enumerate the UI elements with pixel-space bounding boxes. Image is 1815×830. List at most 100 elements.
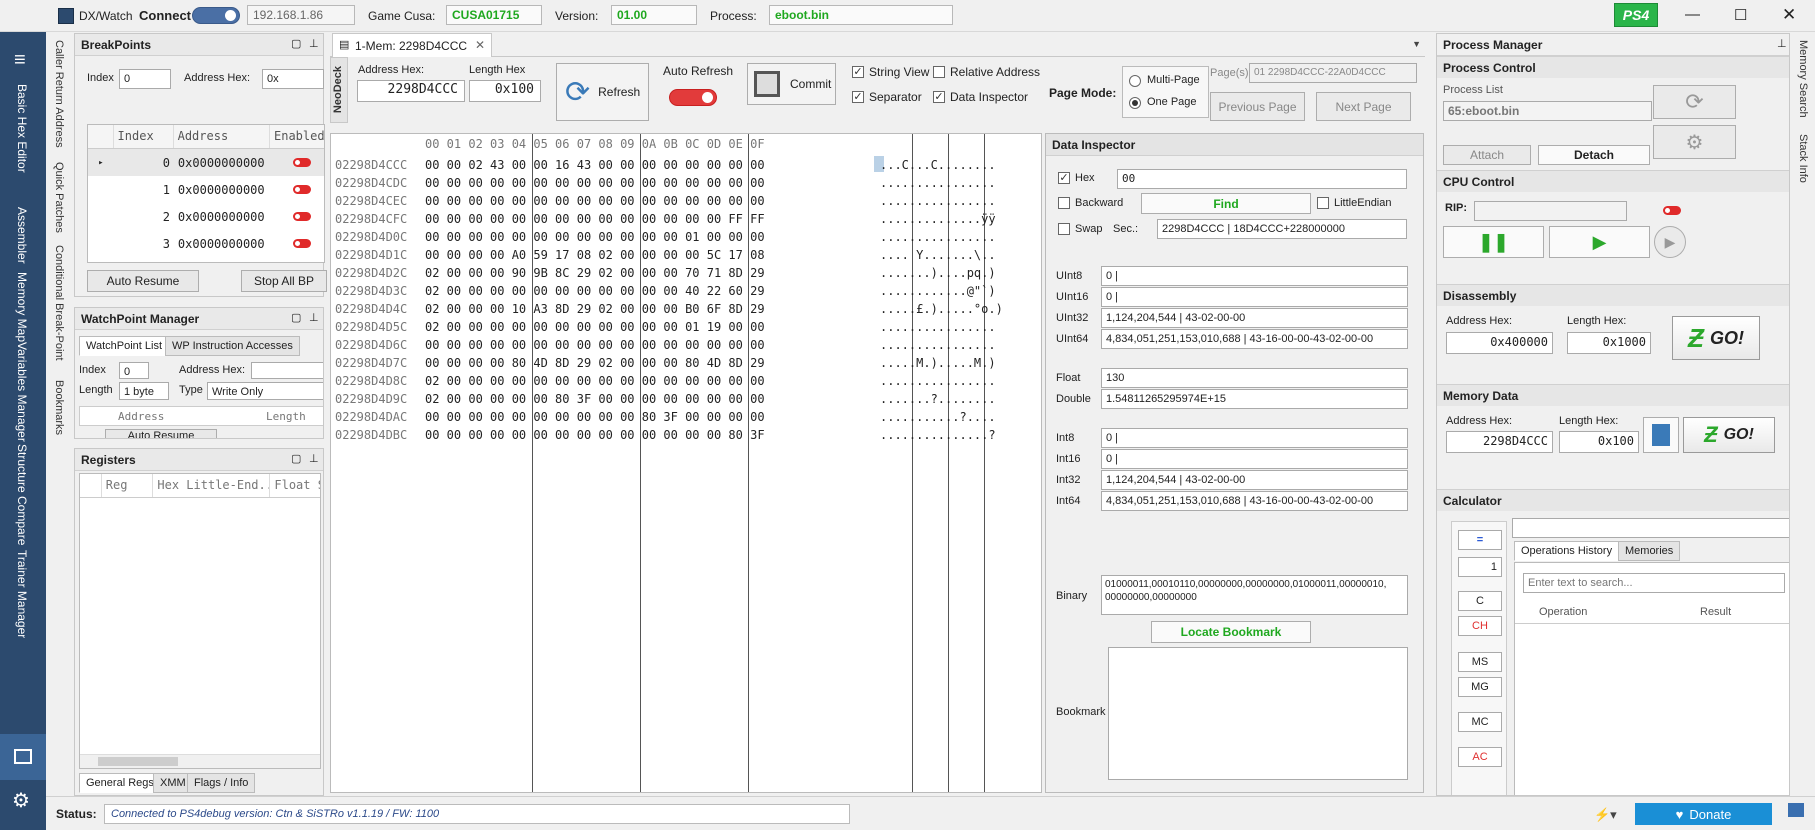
calc-search-input[interactable]: Enter text to search... <box>1523 573 1785 593</box>
calc-clear-history-button[interactable]: CH <box>1458 616 1502 636</box>
step-button[interactable]: ▶ <box>1654 226 1686 258</box>
inspector-field-value[interactable]: 4,834,051,251,153,010,688 | 43-16-00-00-… <box>1101 329 1408 349</box>
detach-button[interactable]: Detach <box>1538 145 1650 165</box>
close-icon[interactable]: ✕ <box>1782 5 1796 25</box>
connection-icon[interactable]: ⚡▾ <box>1594 807 1617 823</box>
string-view-checkbox[interactable]: String View <box>852 65 929 79</box>
process-list-select[interactable]: 65:eboot.bin <box>1443 101 1652 121</box>
hex-row-bytes[interactable]: 00 00 00 00 00 00 00 00 00 00 00 00 01 0… <box>425 228 880 246</box>
hex-row[interactable]: 02298D4CCC 00 00 02 43 00 00 16 43 00 00 … <box>335 156 1003 174</box>
hex-row-bytes[interactable]: 02 00 00 00 10 A3 8D 29 02 00 00 00 B0 6… <box>425 300 880 318</box>
nav-structure-compare[interactable]: Structure Compare <box>15 444 29 545</box>
tab-dropdown-icon[interactable]: ▼ <box>1412 39 1421 49</box>
hex-row-ascii[interactable]: ................ <box>880 336 996 354</box>
hex-checkbox[interactable]: Hex <box>1058 172 1095 184</box>
pin-icon[interactable]: ⊥ <box>309 452 319 465</box>
rip-field[interactable] <box>1474 201 1627 221</box>
hex-row[interactable]: 02298D4D8C 02 00 00 00 00 00 00 00 00 00 … <box>335 372 1003 390</box>
hex-row-ascii[interactable]: .......?........ <box>880 390 996 408</box>
hex-view[interactable]: 00 01 02 03 04 05 06 07 08 09 0A 0B 0C 0… <box>330 133 1042 793</box>
data-inspector-checkbox[interactable]: Data Inspector <box>933 90 1028 104</box>
hex-row-ascii[interactable]: ...........?.... <box>880 408 996 426</box>
tab-stack-info[interactable]: Stack Info <box>1797 134 1809 183</box>
tab-mem-document[interactable]: ▤ 1-Mem: 2298D4CCC ✕ <box>332 33 492 57</box>
ip-field[interactable]: 192.168.1.86 <box>247 5 355 25</box>
table-row[interactable]: 2 0x0000000000 <box>88 203 324 230</box>
sec-field[interactable]: 2298D4CCC | 18D4CCC+228000000 <box>1157 219 1407 239</box>
binary-field[interactable]: 01000011,00010110,00000000,00000000,0100… <box>1101 575 1408 615</box>
hex-row[interactable]: 02298D4D3C 02 00 00 00 00 00 00 00 00 00 … <box>335 282 1003 300</box>
hex-row-bytes[interactable]: 00 00 02 43 00 00 16 43 00 00 00 00 00 0… <box>425 156 880 174</box>
memdata-view-button[interactable] <box>1643 417 1679 453</box>
tab-general-regs[interactable]: General Regs <box>79 773 161 793</box>
relative-address-checkbox[interactable]: Relative Address <box>933 65 1040 79</box>
bp-enabled-toggle[interactable] <box>292 157 311 167</box>
disasm-address-input[interactable]: 0x400000 <box>1446 332 1553 354</box>
tab-operations-history[interactable]: Operations History <box>1514 541 1620 561</box>
nav-variables-manager[interactable]: Variables Manager <box>15 342 29 442</box>
tab-watchpoint-list[interactable]: WatchPoint List <box>79 336 170 356</box>
connect-toggle[interactable] <box>192 7 240 24</box>
one-page-radio[interactable] <box>1129 97 1141 109</box>
hex-row-bytes[interactable]: 02 00 00 00 00 00 00 00 00 00 00 00 00 0… <box>425 372 880 390</box>
pin-icon[interactable]: ⊥ <box>309 37 319 50</box>
hex-row-ascii[interactable]: ...C...C........ <box>880 156 996 174</box>
hex-row[interactable]: 02298D4D9C 02 00 00 00 00 00 80 3F 00 00 … <box>335 390 1003 408</box>
inspector-field-value[interactable]: 0 | <box>1101 266 1408 286</box>
calc-mg-button[interactable]: MG <box>1458 677 1502 697</box>
pause-button[interactable]: ❚❚ <box>1443 226 1544 258</box>
disasm-go-button[interactable]: Ƶ GO! <box>1672 316 1760 360</box>
find-button[interactable]: Find <box>1141 193 1311 214</box>
hex-row-ascii[interactable]: .....M.).....M.) <box>880 354 996 372</box>
table-row[interactable]: 3 0x0000000000 <box>88 230 324 257</box>
neodeck-tab[interactable]: NeoDeck <box>330 57 348 123</box>
inspector-field-value[interactable]: 0 | <box>1101 428 1408 448</box>
hex-row-ascii[interactable]: .......)....pq.) <box>880 264 996 282</box>
refresh-button[interactable]: ⟳ Refresh <box>556 63 649 121</box>
tab-quick-patches[interactable]: Quick Patches <box>53 162 65 233</box>
multi-page-radio[interactable] <box>1129 75 1141 87</box>
nav-assembler[interactable]: Assembler <box>15 207 29 264</box>
hex-row[interactable]: 02298D4D6C 00 00 00 00 00 00 00 00 00 00 … <box>335 336 1003 354</box>
hex-row-ascii[interactable]: ..............ÿÿ <box>880 210 996 228</box>
previous-page-button[interactable]: Previous Page <box>1210 92 1305 121</box>
wp-type-select[interactable]: Write Only <box>207 382 323 400</box>
inspector-field-value[interactable]: 1.54811265295974E+15 <box>1101 389 1408 409</box>
commit-button[interactable]: Commit <box>747 63 836 105</box>
refresh-process-button[interactable]: ⟳ <box>1653 85 1736 119</box>
nav-memory-map[interactable]: Memory Map <box>15 272 29 342</box>
wp-index-field[interactable]: 0 <box>119 362 149 379</box>
hex-row-bytes[interactable]: 00 00 00 00 A0 59 17 08 02 00 00 00 00 5… <box>425 246 880 264</box>
mem-length-input[interactable]: 0x100 <box>469 80 541 102</box>
hex-row-ascii[interactable]: .....£.).....°o.) <box>880 300 1003 318</box>
horizontal-scrollbar[interactable] <box>80 754 320 768</box>
bp-enabled-toggle[interactable] <box>292 238 311 248</box>
disasm-length-input[interactable]: 0x1000 <box>1567 332 1651 354</box>
hex-row-ascii[interactable]: .... Y.......\.. <box>880 246 996 264</box>
memdata-address-input[interactable]: 2298D4CCC <box>1446 431 1553 453</box>
hex-row[interactable]: 02298D4D1C 00 00 00 00 A0 59 17 08 02 00 … <box>335 246 1003 264</box>
settings-gear-icon[interactable]: ⚙ <box>12 788 30 813</box>
close-tab-icon[interactable]: ✕ <box>475 38 485 52</box>
tab-bookmarks[interactable]: Bookmarks <box>53 380 65 435</box>
hex-row[interactable]: 02298D4D5C 02 00 00 00 00 00 00 00 00 00 … <box>335 318 1003 336</box>
swap-checkbox[interactable]: Swap <box>1058 223 1103 235</box>
little-endian-checkbox[interactable]: LittleEndian <box>1317 197 1392 209</box>
hex-row-ascii[interactable]: ................ <box>880 192 996 210</box>
play-button[interactable]: ▶ <box>1549 226 1650 258</box>
maximize-icon[interactable]: ☐ <box>1734 6 1747 24</box>
tab-memory-search[interactable]: Memory Search <box>1797 40 1809 118</box>
hex-row[interactable]: 02298D4D4C 02 00 00 00 10 A3 8D 29 02 00 … <box>335 300 1003 318</box>
hex-row-bytes[interactable]: 00 00 00 00 00 00 00 00 00 00 00 00 00 0… <box>425 192 880 210</box>
float-icon[interactable]: ▢ <box>291 311 301 324</box>
wp-length-select[interactable]: 1 byte <box>119 382 169 400</box>
inspector-field-value[interactable]: 4,834,051,251,153,010,688 | 43-16-00-00-… <box>1101 491 1408 511</box>
calc-equals-button[interactable]: = <box>1458 530 1502 550</box>
hex-row[interactable]: 02298D4CDC 00 00 00 00 00 00 00 00 00 00 … <box>335 174 1003 192</box>
hex-row-bytes[interactable]: 00 00 00 00 00 00 00 00 00 00 00 00 00 0… <box>425 336 880 354</box>
hex-row-ascii[interactable]: ................ <box>880 318 996 336</box>
inspector-field-value[interactable]: 130 <box>1101 368 1408 388</box>
calc-number-stepper[interactable]: 1 <box>1458 557 1502 577</box>
tab-flags-info[interactable]: Flags / Info <box>187 773 256 793</box>
tab-caller-return-address[interactable]: Caller Return Address <box>53 40 65 148</box>
